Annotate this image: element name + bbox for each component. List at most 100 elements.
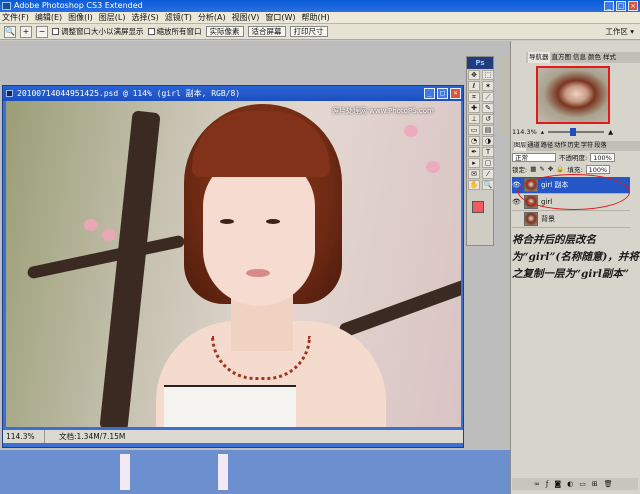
zoom-out-icon[interactable]: −: [36, 25, 48, 38]
hand-tool-icon[interactable]: ✋: [468, 180, 480, 190]
close-button[interactable]: ×: [628, 1, 638, 11]
menu-layer[interactable]: 图层(L): [99, 12, 126, 23]
zoom-level[interactable]: 114.3%: [3, 430, 45, 443]
dodge-tool-icon[interactable]: ◑: [482, 136, 494, 146]
checkbox-box[interactable]: [147, 28, 155, 35]
fit-screen-button[interactable]: 适合屏幕: [247, 26, 286, 37]
navigator-zoom[interactable]: 114.3%: [512, 128, 537, 136]
document-title-bar[interactable]: 20100714044951425.psd @ 114% (girl 副本, R…: [3, 86, 463, 101]
magic-wand-icon[interactable]: ✶: [482, 81, 494, 91]
eraser-tool-icon[interactable]: ▭: [468, 125, 480, 135]
delete-layer-icon[interactable]: 🗑: [604, 480, 613, 488]
doc-maximize-button[interactable]: □: [437, 88, 448, 99]
new-group-icon[interactable]: ▭: [579, 480, 586, 488]
doc-minimize-button[interactable]: _: [424, 88, 435, 99]
maximize-button[interactable]: □: [616, 1, 626, 11]
tab-history[interactable]: 历史: [568, 141, 580, 151]
menu-window[interactable]: 窗口(W): [265, 12, 295, 23]
resize-window-label: 调整窗口大小以满屏显示: [61, 27, 144, 36]
tab-paragraph[interactable]: 段落: [594, 141, 606, 151]
menu-analysis[interactable]: 分析(A): [198, 12, 226, 23]
add-mask-icon[interactable]: ◙: [554, 480, 561, 488]
menu-view[interactable]: 视图(V): [232, 12, 260, 23]
zoom-tool-icon[interactable]: 🔍: [482, 180, 494, 190]
lock-transparent-icon[interactable]: ▦: [530, 165, 536, 173]
zoom-slider-knob[interactable]: [570, 127, 577, 136]
foreground-color-swatch[interactable]: [472, 201, 484, 213]
zoom-in-icon[interactable]: +: [20, 25, 32, 38]
add-style-icon[interactable]: ƒ: [546, 480, 548, 488]
navigator-preview[interactable]: [536, 66, 610, 124]
zoom-slider[interactable]: [548, 127, 605, 136]
tab-paths[interactable]: 路径: [541, 141, 553, 151]
blend-mode-select[interactable]: 正常: [512, 152, 556, 162]
shape-tool-icon[interactable]: ▢: [482, 158, 494, 168]
move-tool-icon[interactable]: ✥: [468, 70, 480, 80]
zoom-all-windows-checkbox[interactable]: 缩放所有窗口: [147, 26, 202, 37]
tab-channels[interactable]: 通道: [527, 141, 539, 151]
menu-edit[interactable]: 编辑(E): [35, 12, 62, 23]
menu-image[interactable]: 图像(I): [68, 12, 93, 23]
lock-pixels-icon[interactable]: ✎: [539, 165, 544, 173]
zoom-icon[interactable]: 🔍: [4, 25, 16, 38]
app-title-bar: Adobe Photoshop CS3 Extended _ □ ×: [0, 0, 640, 12]
type-tool-icon[interactable]: T: [482, 147, 494, 157]
fill-input[interactable]: 100%: [585, 164, 611, 174]
actual-pixels-button[interactable]: 实际像素: [205, 26, 244, 37]
print-size-button[interactable]: 打印尺寸: [289, 26, 328, 37]
doc-close-button[interactable]: ×: [450, 88, 461, 99]
lock-all-icon[interactable]: 🔒: [556, 165, 564, 173]
blossom: [102, 229, 116, 241]
marquee-tool-icon[interactable]: ⬚: [482, 70, 494, 80]
notes-tool-icon[interactable]: ✉: [468, 169, 480, 179]
layer-row-background[interactable]: 背景: [512, 211, 630, 228]
menu-file[interactable]: 文件(F): [2, 12, 29, 23]
zoom-all-windows-label: 缩放所有窗口: [156, 27, 202, 36]
window-controls: _ □ ×: [604, 1, 638, 11]
stamp-tool-icon[interactable]: ⊥: [468, 114, 480, 124]
collapsed-panel-dock[interactable]: [500, 56, 510, 136]
tab-navigator[interactable]: 导航器: [528, 52, 550, 63]
lock-position-icon[interactable]: ✥: [548, 165, 553, 173]
visibility-eye-icon[interactable]: 👁: [512, 198, 521, 207]
path-select-icon[interactable]: ▸: [468, 158, 480, 168]
tab-histogram[interactable]: 直方图: [552, 52, 572, 63]
lasso-tool-icon[interactable]: ℓ: [468, 81, 480, 91]
tab-layers[interactable]: 图层: [514, 141, 527, 151]
brush-tool-icon[interactable]: ✎: [482, 103, 494, 113]
tab-character[interactable]: 字符: [581, 141, 593, 151]
document-window[interactable]: 20100714044951425.psd @ 114% (girl 副本, R…: [2, 85, 464, 448]
resize-window-checkbox[interactable]: 调整窗口大小以满屏显示: [52, 26, 144, 37]
blur-tool-icon[interactable]: ◔: [468, 136, 480, 146]
document-controls: _ □ ×: [424, 88, 461, 99]
pen-tool-icon[interactable]: ✒: [468, 147, 480, 157]
adjustment-layer-icon[interactable]: ◐: [567, 480, 573, 488]
navigator-zoom-row: 114.3% ▴ ▲: [512, 127, 630, 136]
tab-info[interactable]: 信息: [573, 52, 586, 63]
tab-styles[interactable]: 样式: [603, 52, 616, 63]
opacity-input[interactable]: 100%: [590, 152, 615, 162]
photo-canvas[interactable]: 照片处理网 www.PhotoPS.com: [6, 101, 461, 427]
new-layer-icon[interactable]: ⊞: [592, 480, 598, 488]
healing-tool-icon[interactable]: ✚: [468, 103, 480, 113]
minimize-button[interactable]: _: [604, 1, 614, 11]
zoom-in-small-icon[interactable]: ▲: [608, 128, 613, 136]
workspace-menu[interactable]: 工作区 ▾: [605, 26, 634, 37]
figure-eye: [220, 219, 234, 224]
crop-tool-icon[interactable]: ⌗: [468, 92, 480, 102]
menu-help[interactable]: 帮助(H): [302, 12, 330, 23]
eyedropper-icon[interactable]: ⁄: [482, 169, 494, 179]
visibility-eye-icon[interactable]: [512, 215, 521, 224]
history-brush-icon[interactable]: ↺: [482, 114, 494, 124]
slice-tool-icon[interactable]: ⟋: [482, 92, 494, 102]
menu-select[interactable]: 选择(S): [131, 12, 158, 23]
menu-bar: 文件(F) 编辑(E) 图像(I) 图层(L) 选择(S) 滤镜(T) 分析(A…: [0, 12, 640, 24]
gradient-tool-icon[interactable]: ▤: [482, 125, 494, 135]
desktop-thumbnail: [120, 454, 130, 490]
link-layers-icon[interactable]: ∞: [534, 480, 540, 488]
tab-actions[interactable]: 动作: [554, 141, 566, 151]
checkbox-box[interactable]: [52, 28, 59, 35]
tab-color[interactable]: 颜色: [588, 52, 601, 63]
menu-filter[interactable]: 滤镜(T): [165, 12, 192, 23]
zoom-out-small-icon[interactable]: ▴: [541, 128, 544, 136]
